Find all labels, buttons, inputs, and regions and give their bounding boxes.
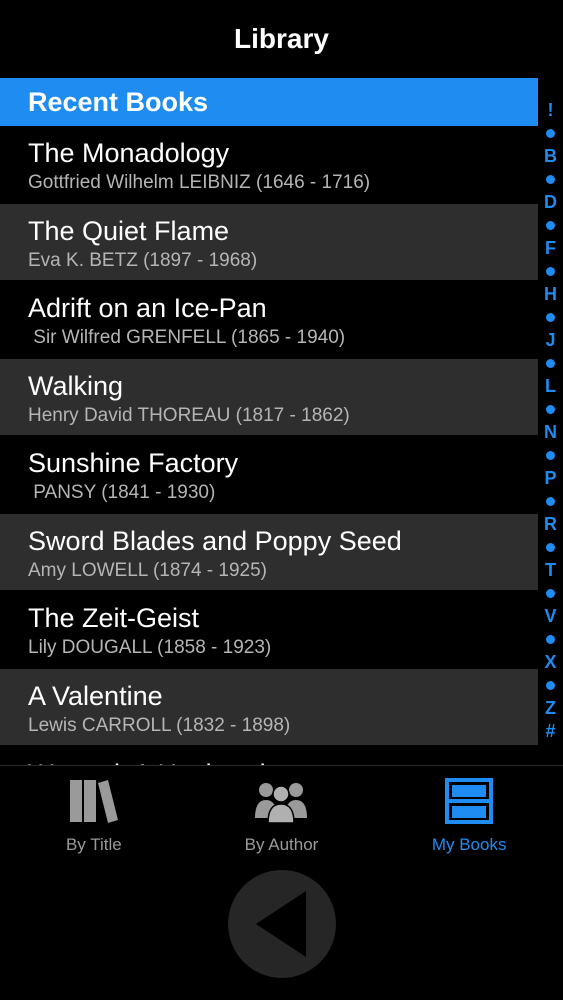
index-dot (546, 681, 555, 690)
tab-label: My Books (431, 835, 507, 854)
book-author: Lily DOUGALL (1858 - 1923) (28, 637, 272, 658)
tab-my-books[interactable]: My Books (375, 766, 563, 862)
index-dot (546, 497, 555, 506)
index-letter[interactable]: X (544, 651, 556, 674)
book-author: Lewis CARROLL (1832 - 1898) (28, 714, 291, 736)
book-title: Walking (28, 370, 124, 401)
index-dot (546, 589, 555, 598)
index-letter[interactable]: B (544, 145, 557, 168)
book-author: PANSY (1841 - 1930) (28, 482, 216, 503)
bookshelf-icon (443, 778, 495, 824)
index-letter[interactable]: Z (545, 697, 556, 720)
index-letter[interactable]: D (544, 191, 557, 214)
book-author: Gottfried Wilhelm LEIBNIZ (1646 - 1716) (28, 172, 371, 193)
section-label: Recent Books (28, 86, 209, 117)
play-left-icon (255, 891, 306, 957)
people-icon (255, 778, 308, 824)
book-author: Amy LOWELL (1874 - 1925) (28, 559, 268, 581)
index-letter[interactable]: T (545, 559, 556, 582)
index-letter[interactable]: N (544, 421, 557, 444)
index-dot (546, 635, 555, 644)
book-title: The Quiet Flame (28, 215, 230, 246)
index-dot (546, 129, 555, 138)
index-dot (546, 359, 555, 368)
index-dot (546, 313, 555, 322)
index-dot (546, 175, 555, 184)
index-dot (546, 267, 555, 276)
list-item[interactable]: Sunshine Factory PANSY (1841 - 1930) (0, 436, 538, 514)
tab-label: By Author (244, 835, 319, 854)
books-icon (68, 778, 120, 824)
list-item[interactable]: A Valentine Lewis CARROLL (1832 - 1898) (0, 668, 538, 746)
index-letter[interactable]: ! (548, 99, 554, 122)
nav-bar: Library (0, 0, 563, 78)
section-index-bar[interactable]: ! B D F H J L N P R T V X Z # (538, 78, 563, 765)
list-item[interactable]: Adrift on an Ice-Pan Sir Wilfred GRENFEL… (0, 281, 538, 359)
index-dot (546, 405, 555, 414)
list-item[interactable]: Sword Blades and Poppy Seed Amy LOWELL (… (0, 513, 538, 591)
tab-label: By Title (65, 835, 122, 854)
index-dot (546, 543, 555, 552)
tab-bar: By Title By Author My Books (0, 765, 563, 862)
book-author: Henry David THOREAU (1817 - 1862) (28, 404, 350, 426)
book-title: Wanted: A Husband (28, 757, 266, 765)
list-item[interactable]: The Quiet Flame Eva K. BETZ (1897 - 1968… (0, 203, 538, 281)
tab-by-author[interactable]: By Author (188, 766, 376, 862)
book-author: Eva K. BETZ (1897 - 1968) (28, 249, 258, 271)
book-title: The Zeit-Geist (28, 603, 200, 633)
tab-by-title[interactable]: By Title (0, 766, 188, 862)
book-author: Sir Wilfred GRENFELL (1865 - 1940) (28, 327, 346, 348)
index-letter[interactable]: H (544, 283, 557, 306)
book-title: Sword Blades and Poppy Seed (28, 525, 402, 556)
index-letter[interactable]: P (544, 467, 556, 490)
index-letter[interactable]: F (545, 237, 556, 260)
page-title: Library (234, 23, 329, 54)
index-dot (546, 451, 555, 460)
list-item-partial[interactable]: Wanted: A Husband (0, 745, 538, 765)
assistive-touch-area (0, 862, 563, 1000)
book-list[interactable]: Recent Books The Monadology Gottfried Wi… (0, 78, 563, 765)
book-title: A Valentine (28, 680, 163, 711)
index-letter[interactable]: J (545, 329, 555, 352)
index-letter[interactable]: L (545, 375, 556, 398)
book-title: Adrift on an Ice-Pan (28, 293, 267, 323)
index-letter[interactable]: V (544, 605, 556, 628)
back-button[interactable] (227, 870, 336, 978)
section-header: Recent Books (0, 78, 538, 126)
index-dot (546, 221, 555, 230)
book-title: The Monadology (28, 138, 230, 168)
list-item[interactable]: The Monadology Gottfried Wilhelm LEIBNIZ… (0, 126, 538, 204)
book-title: Sunshine Factory (28, 448, 239, 478)
index-letter[interactable]: R (544, 513, 557, 536)
index-letter[interactable]: # (545, 720, 555, 743)
list-item[interactable]: Walking Henry David THOREAU (1817 - 1862… (0, 358, 538, 436)
list-item[interactable]: The Zeit-Geist Lily DOUGALL (1858 - 1923… (0, 591, 538, 669)
book-rows: The Monadology Gottfried Wilhelm LEIBNIZ… (0, 126, 538, 746)
